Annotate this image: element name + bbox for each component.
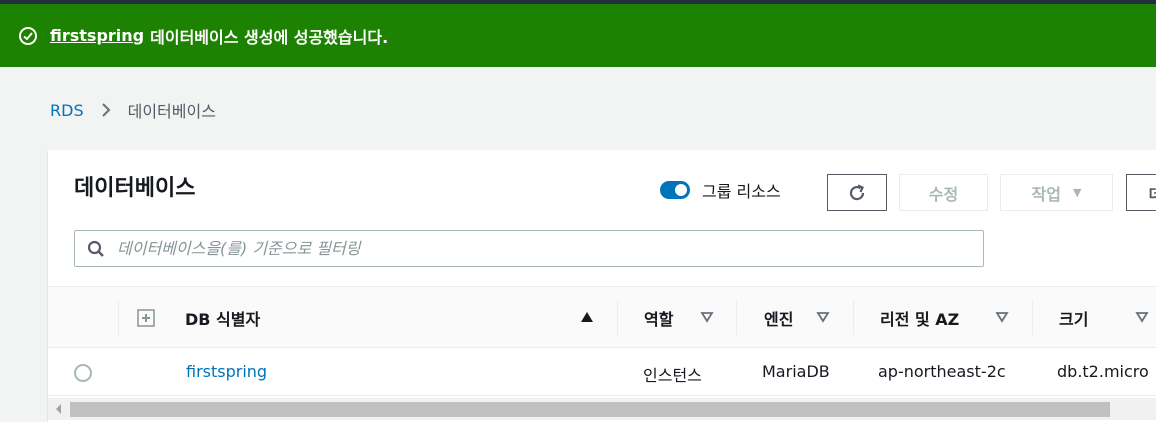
expand-all-icon[interactable] (136, 308, 156, 328)
search-icon (87, 240, 104, 257)
sort-icon[interactable] (1135, 311, 1149, 323)
chevron-right-icon (101, 103, 111, 117)
search-bar (74, 230, 984, 267)
column-divider[interactable] (853, 301, 854, 335)
scroll-left-arrow-icon[interactable] (56, 404, 61, 414)
actions-dropdown-button[interactable]: 작업 ▼ (1000, 174, 1113, 211)
flash-message: 데이터베이스 생성에 성공했습니다. (150, 27, 389, 47)
databases-panel: 데이터베이스 그룹 리소스 수정 작업 ▼ 데 DB 식별자 (48, 150, 1156, 422)
refresh-icon (849, 183, 865, 200)
table-header: DB 식별자 역할 엔진 리전 및 AZ 크기 (48, 286, 1156, 348)
success-flash-banner: firstspring 데이터베이스 생성에 성공했습니다. (0, 4, 1156, 67)
group-resources-toggle[interactable] (660, 181, 690, 199)
region-az-cell: ap-northeast-2c (878, 362, 1006, 381)
column-divider[interactable] (617, 301, 618, 335)
column-header-db-identifier[interactable]: DB 식별자 (185, 287, 260, 349)
create-database-button[interactable]: 데 (1126, 174, 1156, 211)
panel-title: 데이터베이스 (74, 176, 196, 201)
success-check-icon (19, 26, 37, 45)
column-header-region-az[interactable]: 리전 및 AZ (880, 287, 959, 349)
horizontal-scrollbar[interactable] (48, 398, 1156, 420)
engine-cell: MariaDB (762, 362, 830, 381)
toggle-knob (675, 184, 687, 196)
group-resources-label: 그룹 리소스 (702, 182, 781, 201)
breadcrumb-rds-link[interactable]: RDS (50, 101, 84, 120)
caret-down-icon: ▼ (1072, 186, 1082, 199)
column-header-role[interactable]: 역할 (644, 287, 673, 349)
column-header-size[interactable]: 크기 (1059, 287, 1088, 349)
column-divider[interactable] (736, 301, 737, 335)
role-cell: 인스턴스 (643, 366, 702, 385)
breadcrumb-current: 데이터베이스 (127, 102, 216, 121)
column-header-engine[interactable]: 엔진 (764, 287, 793, 349)
breadcrumb: RDS 데이터베이스 (50, 98, 216, 122)
scrollbar-thumb[interactable] (70, 402, 1110, 417)
row-select-radio[interactable] (74, 364, 92, 382)
sort-icon[interactable] (816, 311, 830, 323)
modify-button[interactable]: 수정 (899, 174, 988, 211)
column-divider[interactable] (1032, 301, 1033, 335)
sort-ascending-icon[interactable] (580, 311, 594, 323)
group-resources-toggle-wrap: 그룹 리소스 (660, 178, 781, 202)
search-input[interactable] (117, 239, 977, 258)
sort-icon[interactable] (995, 311, 1009, 323)
sort-icon[interactable] (700, 311, 714, 323)
db-identifier-link[interactable]: firstspring (186, 362, 267, 381)
table-row[interactable]: firstspring 인스턴스 MariaDB ap-northeast-2c… (48, 348, 1156, 396)
actions-label: 작업 (1031, 184, 1061, 204)
size-cell: db.t2.micro (1057, 362, 1149, 381)
flash-db-link[interactable]: firstspring (50, 26, 144, 45)
column-divider (118, 301, 119, 335)
refresh-button[interactable] (827, 174, 887, 211)
